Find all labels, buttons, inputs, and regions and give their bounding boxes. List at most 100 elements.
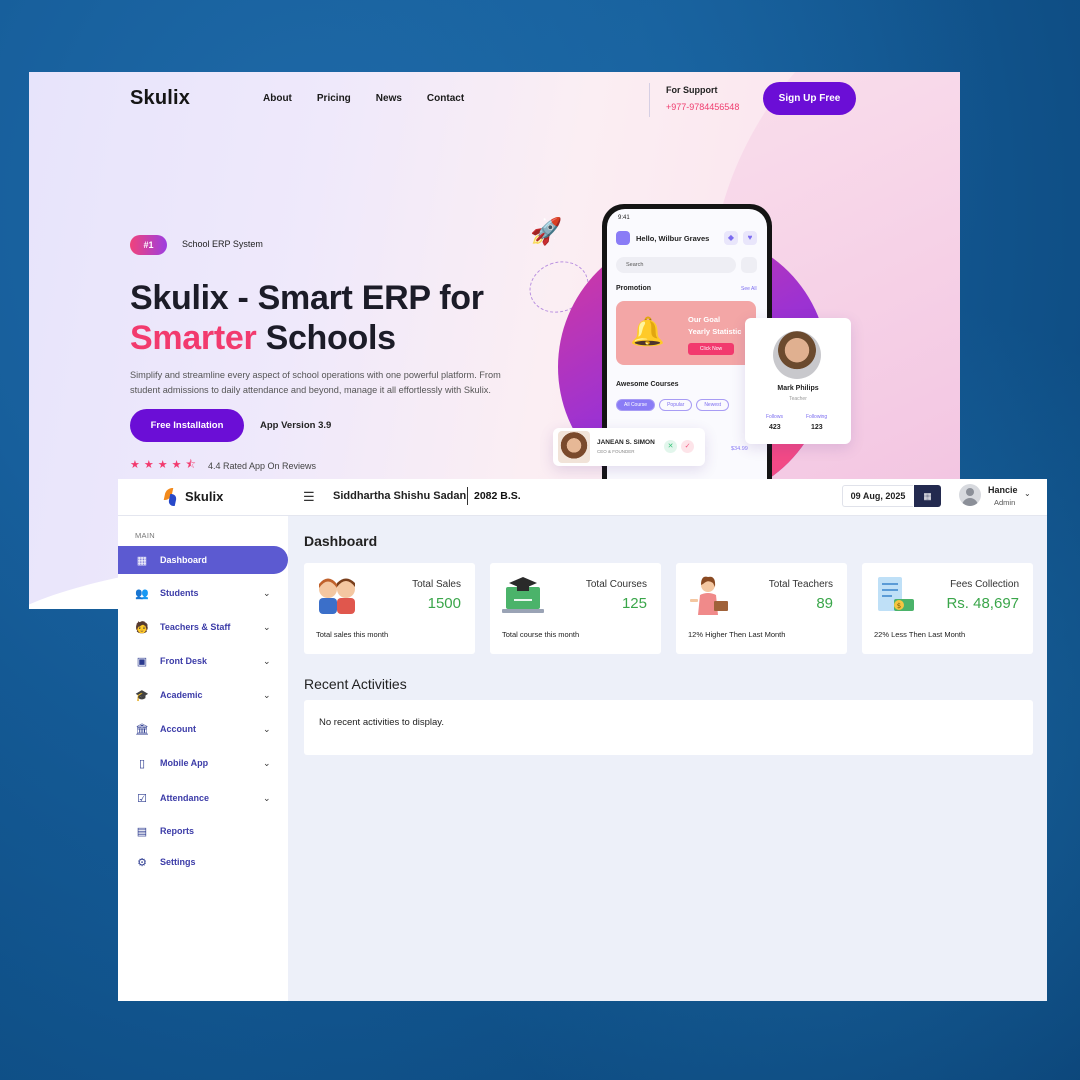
signup-button[interactable]: Sign Up Free (763, 82, 856, 115)
sidebar-item-academic[interactable]: 🎓 Academic ⌄ (118, 681, 288, 709)
check-icon: ✓ (681, 440, 694, 453)
bell-icon: ◆ (724, 231, 738, 245)
teacher-icon: 🧑 (135, 621, 149, 634)
phone-chip: Newest (696, 399, 729, 411)
sidebar-item-dashboard[interactable]: ▦ Dashboard (118, 546, 288, 574)
chevron-down-icon: ⌄ (263, 655, 271, 666)
close-icon: ✕ (664, 440, 677, 453)
students-illustration-icon (319, 578, 355, 614)
phone-promotion-label: Promotion (616, 285, 651, 292)
phone-chip: Popular (659, 399, 693, 411)
support-phone[interactable]: +977-9784456548 (666, 102, 739, 112)
star-icon: ★ (171, 459, 182, 471)
hero-title-line1: Skulix - Smart ERP for (130, 279, 484, 317)
sidebar-item-teachers-staff[interactable]: 🧑 Teachers & Staff ⌄ (118, 613, 288, 641)
sidebar-section-label: MAIN (135, 531, 155, 540)
stat-card-fees-collection[interactable]: $ Fees Collection Rs. 48,697 22% Less Th… (862, 563, 1033, 654)
stat-title: Total Teachers (768, 579, 833, 590)
admin-dashboard-screenshot: Skulix ☰ Siddhartha Shishu Sadan 2082 B.… (118, 479, 1047, 1001)
nav-about[interactable]: About (263, 93, 292, 104)
phone-price: $34.99 (731, 446, 748, 452)
rating-text: 4.4 Rated App On Reviews (208, 461, 317, 471)
sidebar-item-attendance[interactable]: ☑ Attendance ⌄ (118, 784, 288, 812)
topbar: Skulix ☰ Siddhartha Shishu Sadan 2082 B.… (118, 479, 1047, 516)
star-icon: ★ (130, 459, 140, 471)
laptop-graduation-icon (502, 577, 544, 613)
recent-activities-empty: No recent activities to display. (319, 717, 444, 728)
sidebar-item-students[interactable]: 👥 Students ⌄ (118, 579, 288, 607)
recent-activities-panel: No recent activities to display. (304, 700, 1033, 755)
phone-goal-text: Our Goal Yearly Statistic (688, 314, 741, 338)
stat-card-total-courses[interactable]: Total Courses 125 Total course this mont… (490, 563, 661, 654)
stat-value: Rs. 48,697 (946, 595, 1019, 612)
calendar-icon[interactable]: ▦ (914, 485, 941, 507)
sidebar-item-label: Students (160, 588, 199, 598)
testimonial-name: JANEAN S. SIMON (597, 439, 655, 446)
brand-logo[interactable]: Skulix (130, 87, 190, 110)
free-installation-button[interactable]: Free Installation (130, 409, 244, 442)
fees-illustration-icon: $ (878, 577, 914, 611)
stat-title: Fees Collection (950, 579, 1019, 590)
skulix-logo-icon (163, 488, 178, 506)
goal-line2: Yearly Statistic (688, 327, 742, 336)
sidebar-item-front-desk[interactable]: ▣ Front Desk ⌄ (118, 647, 288, 675)
half-star-icon: ⯪ (185, 459, 196, 471)
phone-see-all: See All (741, 286, 757, 292)
star-icon: ★ (157, 459, 168, 471)
phone-promo-card: 🔔 Our Goal Yearly Statistic Click Now (616, 301, 756, 365)
stat-title: Total Sales (412, 579, 461, 590)
phone-time: 9:41 (618, 215, 630, 221)
sidebar-item-label: Academic (160, 690, 203, 700)
stat-card-total-sales[interactable]: Total Sales 1500 Total sales this month (304, 563, 475, 654)
hero-description: Simplify and streamline every aspect of … (130, 370, 501, 395)
goal-line1: Our Goal (688, 315, 721, 324)
chevron-down-icon: ⌄ (263, 723, 271, 734)
support-label: For Support (666, 85, 718, 95)
date-display[interactable]: 09 Aug, 2025 (842, 485, 913, 507)
stat-subtitle: 12% Higher Then Last Month (688, 630, 786, 639)
sidebar-item-settings[interactable]: ⚙ Settings (118, 848, 288, 876)
stat-value: 89 (816, 595, 833, 612)
user-icon (616, 231, 630, 245)
support-divider (649, 83, 650, 117)
hero-title-line2: Schools (256, 319, 396, 357)
nav-contact[interactable]: Contact (427, 93, 464, 104)
mobile-icon: ▯ (138, 757, 146, 770)
dashboard-icon: ▦ (136, 554, 148, 567)
sidebar-item-label: Dashboard (160, 555, 208, 565)
phone-greeting: Hello, Wilbur Graves (636, 234, 710, 243)
sidebar-item-mobile-app[interactable]: ▯ Mobile App ⌄ (118, 749, 288, 777)
nav-news[interactable]: News (376, 93, 402, 104)
following-value: 123 (811, 424, 823, 431)
logo-shape (167, 494, 178, 506)
sidebar-item-label: Account (160, 724, 196, 734)
sidebar: MAIN ▦ Dashboard 👥 Students ⌄ 🧑 Teachers… (118, 516, 288, 1001)
sidebar-item-reports[interactable]: ▤ Reports (118, 817, 288, 845)
user-name[interactable]: Hancie (988, 485, 1018, 495)
phone-click-now: Click Now (688, 343, 734, 355)
stat-card-total-teachers[interactable]: Total Teachers 89 12% Higher Then Last M… (676, 563, 847, 654)
menu-collapse-icon[interactable]: ☰ (303, 489, 315, 505)
rating-stars: ★ ★ ★ ★ ⯪ (130, 460, 196, 471)
bell-illustration-icon: 🔔 (630, 316, 665, 347)
front-desk-icon: ▣ (136, 655, 148, 668)
school-name: Siddhartha Shishu Sadan (333, 490, 467, 502)
testimonial-photo (558, 431, 590, 463)
hero-title-accent: Smarter (130, 319, 257, 357)
user-role: Admin (994, 498, 1016, 507)
phone-awesome-courses: Awesome Courses (616, 381, 679, 388)
phone-chip: All Course (616, 399, 656, 411)
sidebar-item-account[interactable]: 🏛 Account ⌄ (118, 715, 288, 743)
graduation-cap-icon: 🎓 (135, 689, 149, 702)
gear-icon: ⚙ (137, 856, 147, 869)
students-icon: 👥 (135, 587, 149, 600)
avatar[interactable] (959, 484, 981, 506)
chevron-down-icon[interactable]: ⌄ (1024, 489, 1031, 498)
profile-name: Mark Philips (777, 385, 819, 392)
testimonial-role: CEO & FOUNDER (597, 449, 635, 454)
nav-pricing[interactable]: Pricing (317, 93, 351, 104)
admin-brand[interactable]: Skulix (185, 489, 223, 504)
stat-subtitle: 22% Less Then Last Month (874, 630, 966, 639)
recent-activities-title: Recent Activities (304, 676, 407, 692)
testimonial-card: JANEAN S. SIMON CEO & FOUNDER ✕ ✓ (553, 428, 705, 466)
